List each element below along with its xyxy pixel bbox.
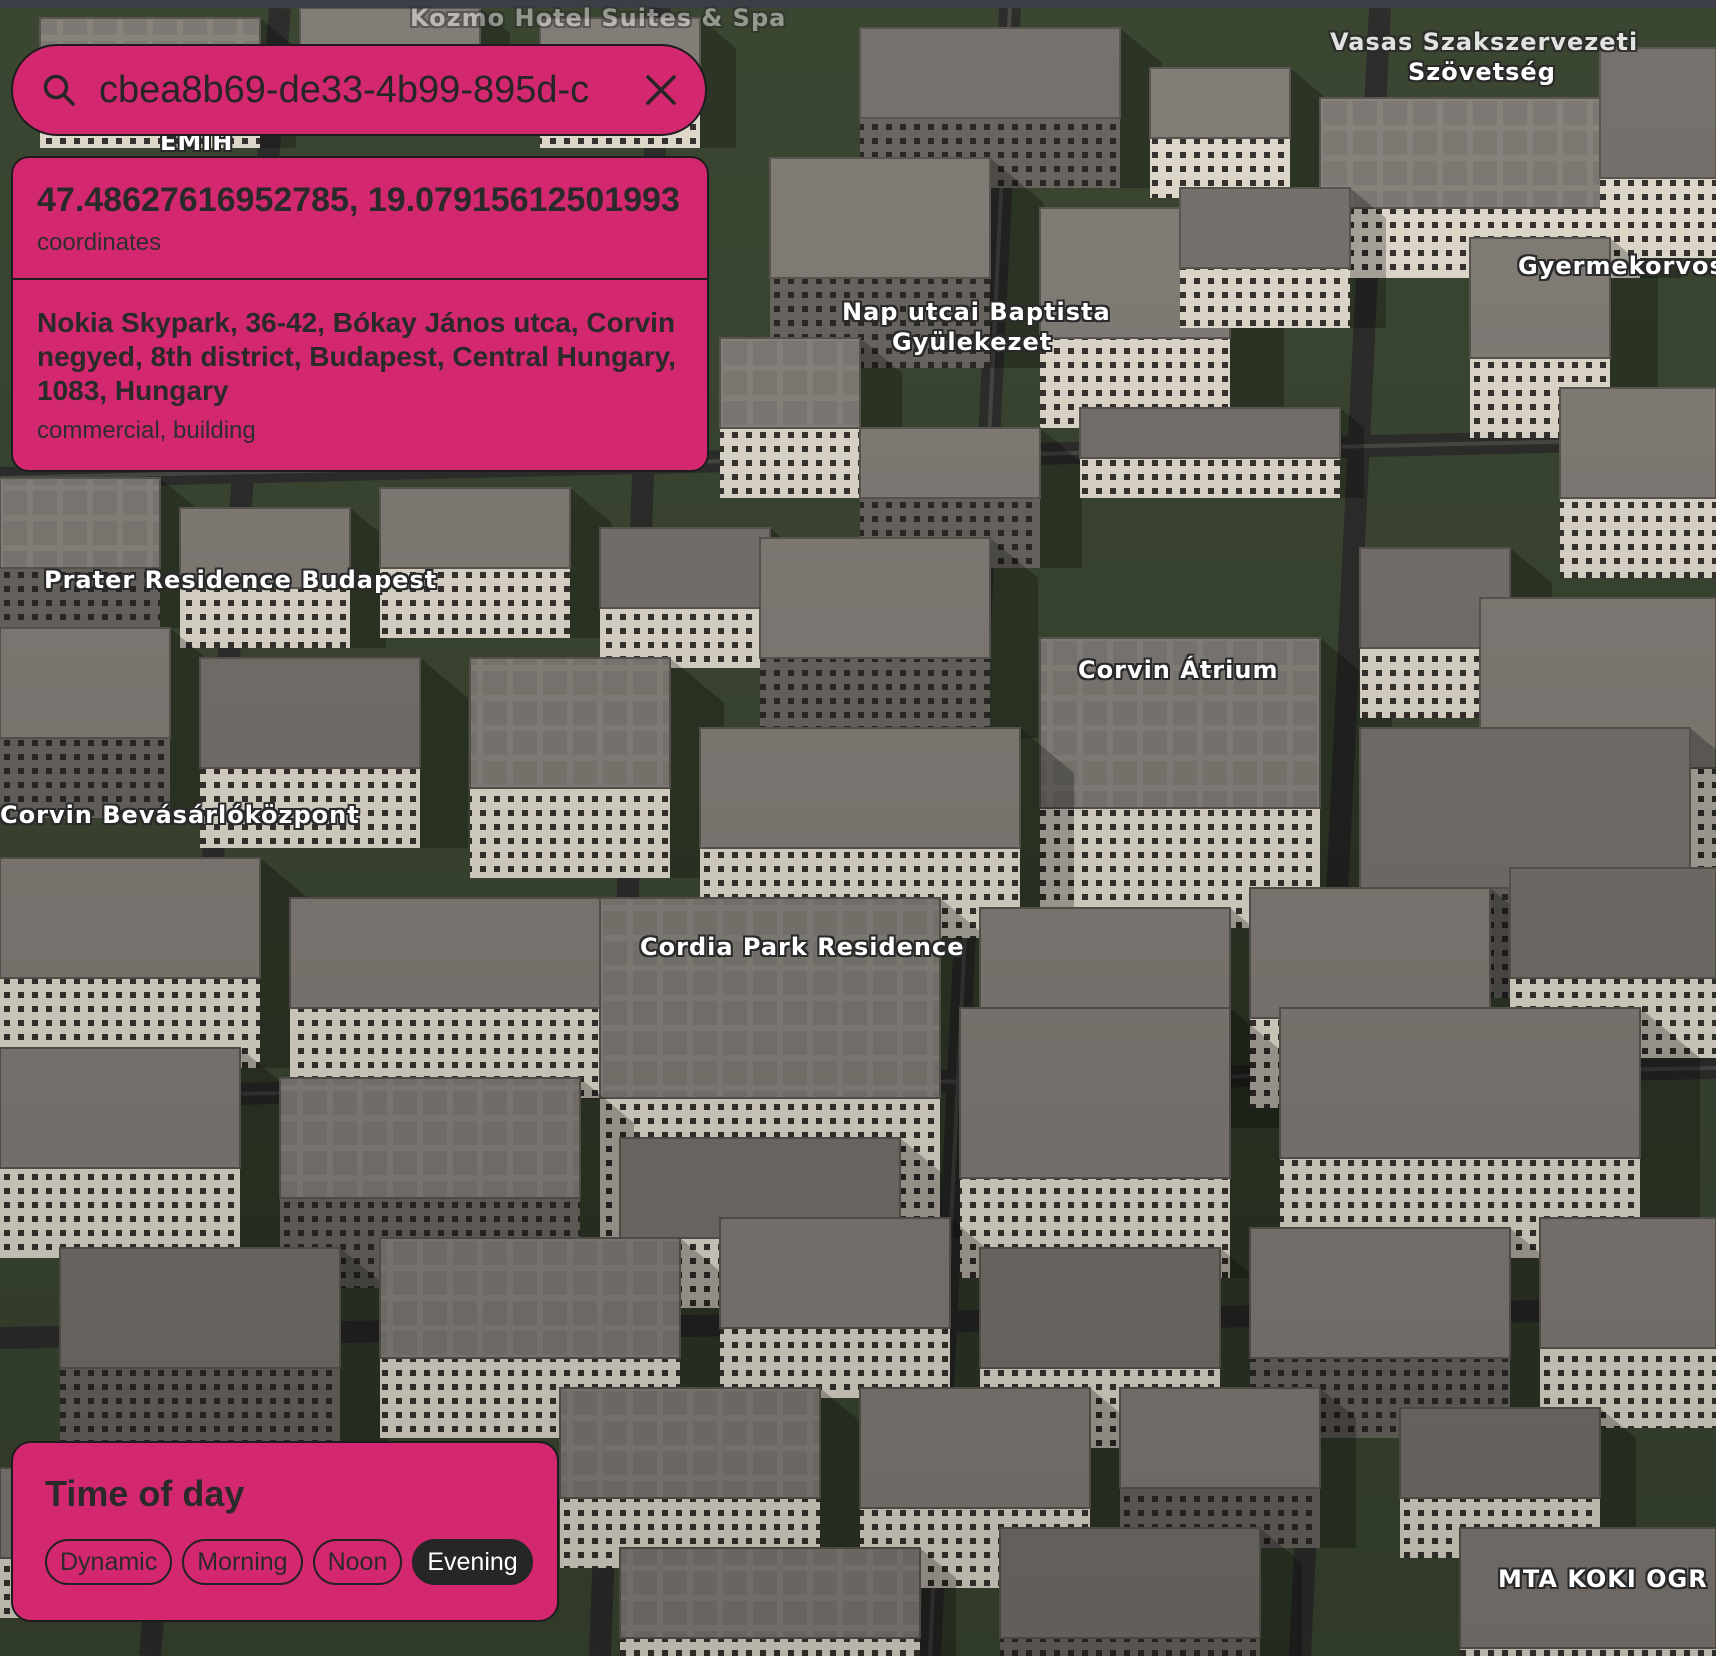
time-of-day-panel: Time of day Dynamic Morning Noon Evening xyxy=(11,1441,559,1622)
coordinates-value: 47.48627616952785, 19.07915612501993 xyxy=(37,181,680,219)
map-label-kozmo-hotel[interactable]: Kozmo Hotel Suites & Spa xyxy=(410,4,786,33)
map-label-corvin-atrium[interactable]: Corvin Átrium xyxy=(1078,656,1278,685)
map-label-vasas[interactable]: Vasas Szakszervezeti xyxy=(1330,28,1638,57)
address-section[interactable]: Nokia Skypark, 36-42, Bókay János utca, … xyxy=(13,278,707,470)
address-type-label: commercial, building xyxy=(37,417,256,444)
map-label-gyermekorvosi[interactable]: Gyermekorvosi xyxy=(1518,252,1716,281)
map-label-gyulekezet[interactable]: Gyülekezet xyxy=(892,328,1052,357)
search-icon[interactable] xyxy=(39,70,79,110)
search-bar xyxy=(11,44,707,136)
time-option-morning[interactable]: Morning xyxy=(182,1539,303,1585)
time-of-day-title: Time of day xyxy=(45,1473,245,1514)
coordinates-label: coordinates xyxy=(37,229,162,256)
address-value: Nokia Skypark, 36-42, Bókay János utca, … xyxy=(37,307,676,406)
coordinates-section[interactable]: 47.48627616952785, 19.07915612501993 coo… xyxy=(13,158,707,278)
time-of-day-options: Dynamic Morning Noon Evening xyxy=(45,1539,533,1585)
map-label-mta-koki[interactable]: MTA KOKI OGR xyxy=(1498,1565,1708,1594)
time-option-evening[interactable]: Evening xyxy=(412,1539,533,1585)
location-info-card: 47.48627616952785, 19.07915612501993 coo… xyxy=(11,156,709,472)
map-label-szovetseg[interactable]: Szövetség xyxy=(1408,58,1556,87)
map-label-prater-residence[interactable]: Prater Residence Budapest xyxy=(44,566,437,595)
close-icon[interactable] xyxy=(639,68,683,112)
map-label-corvin-bevasarlokozpont[interactable]: Corvin Bevásárlóközpont xyxy=(0,801,360,830)
window-top-bar xyxy=(0,0,1716,8)
map-label-nap-utcai[interactable]: Nap utcai Baptista xyxy=(842,298,1111,327)
time-option-noon[interactable]: Noon xyxy=(312,1539,403,1585)
map-label-cordia-park[interactable]: Cordia Park Residence xyxy=(640,933,965,962)
time-option-dynamic[interactable]: Dynamic xyxy=(45,1539,173,1585)
search-input[interactable] xyxy=(99,68,625,112)
